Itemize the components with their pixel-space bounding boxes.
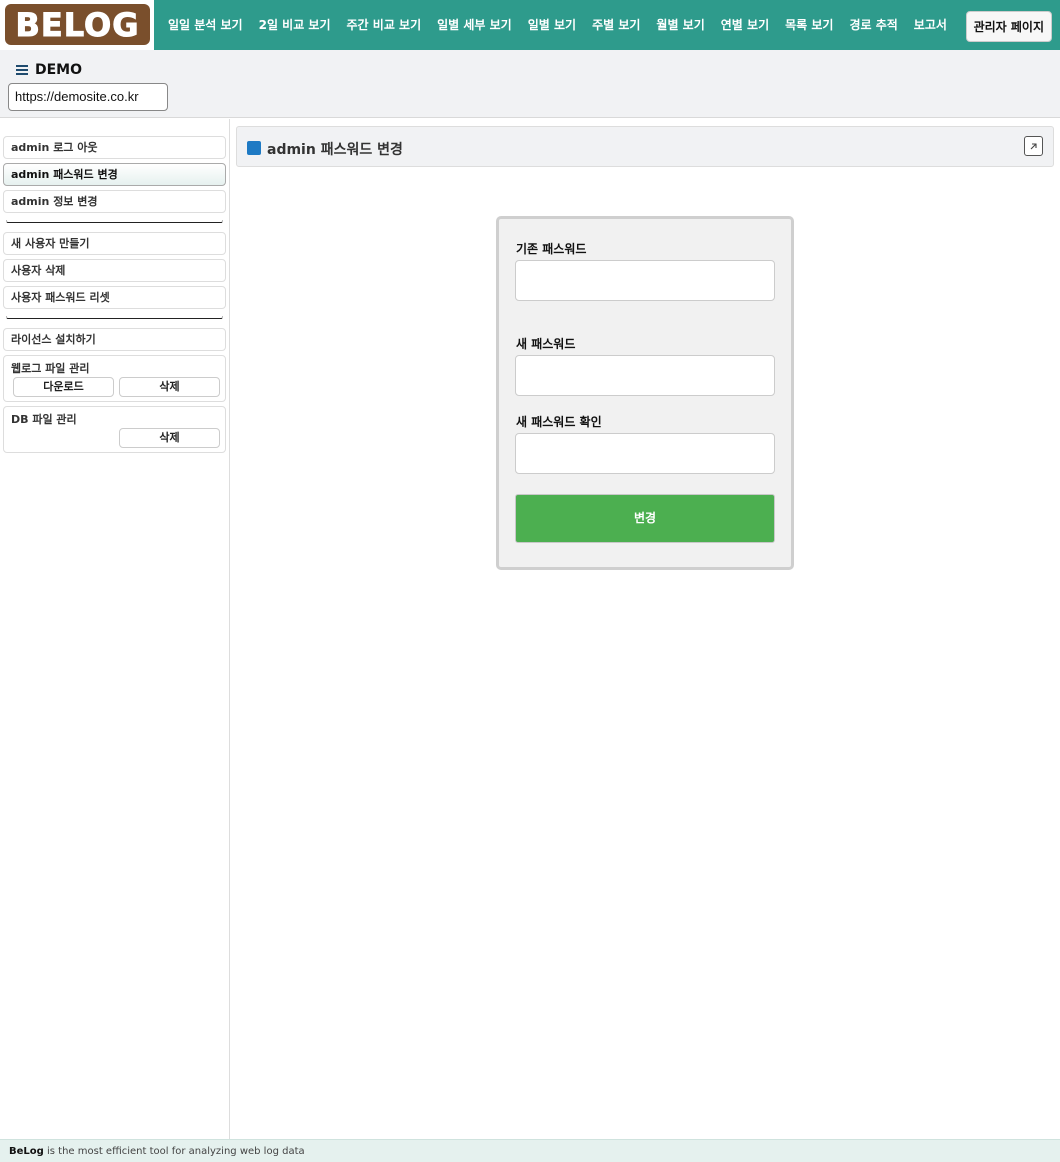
old-password-field[interactable] <box>515 260 775 301</box>
nav-list[interactable]: 목록 보기 <box>777 0 841 50</box>
nav-daily[interactable]: 일별 보기 <box>520 0 584 50</box>
logo-container: BELOG <box>0 0 154 50</box>
panel-square-icon <box>247 141 261 155</box>
admin-sidebar: admin 로그 아웃 admin 패스워드 변경 admin 정보 변경 새 … <box>0 119 230 1139</box>
main-nav: 일일 분석 보기 2일 비교 보기 주간 비교 보기 일별 세부 보기 일별 보… <box>160 0 955 50</box>
weblog-delete-button[interactable]: 삭제 <box>119 377 220 397</box>
weblog-group-title: 웹로그 파일 관리 <box>11 362 90 375</box>
site-url-select[interactable]: https://demosite.co.kr <box>8 83 168 111</box>
top-nav-bar: BELOG 일일 분석 보기 2일 비교 보기 주간 비교 보기 일별 세부 보… <box>0 0 1060 50</box>
db-group-title: DB 파일 관리 <box>11 413 77 426</box>
change-password-button[interactable]: 변경 <box>515 494 775 543</box>
password-change-form: 기존 패스워드 새 패스워드 새 패스워드 확인 변경 <box>496 216 794 570</box>
nav-daily-analysis[interactable]: 일일 분석 보기 <box>160 0 251 50</box>
sidebar-item-delete-user[interactable]: 사용자 삭제 <box>3 259 226 282</box>
panel-header: admin 패스워드 변경 <box>236 126 1054 167</box>
weblog-file-management-group: 웹로그 파일 관리 다운로드 삭제 <box>3 355 226 402</box>
old-password-label: 기존 패스워드 <box>516 242 587 256</box>
site-header: DEMO https://demosite.co.kr <box>0 50 1060 118</box>
weblog-download-button[interactable]: 다운로드 <box>13 377 114 397</box>
confirm-password-field[interactable] <box>515 433 775 474</box>
logo-text: BELOG <box>15 5 140 44</box>
site-title[interactable]: DEMO <box>16 62 82 78</box>
nav-path-tracking[interactable]: 경로 추적 <box>841 0 905 50</box>
external-link-icon <box>1030 142 1037 149</box>
sidebar-item-install-license[interactable]: 라이선스 설치하기 <box>3 328 226 351</box>
site-name: DEMO <box>35 62 83 78</box>
confirm-password-label: 새 패스워드 확인 <box>516 415 602 429</box>
new-password-label: 새 패스워드 <box>516 337 576 351</box>
sidebar-item-create-user[interactable]: 새 사용자 만들기 <box>3 232 226 255</box>
sidebar-item-admin-password-change[interactable]: admin 패스워드 변경 <box>3 163 226 186</box>
sidebar-item-admin-info-change[interactable]: admin 정보 변경 <box>3 190 226 213</box>
new-password-field[interactable] <box>515 355 775 396</box>
nav-monthly[interactable]: 월별 보기 <box>648 0 712 50</box>
sidebar-item-reset-user-password[interactable]: 사용자 패스워드 리셋 <box>3 286 226 309</box>
nav-two-day-compare[interactable]: 2일 비교 보기 <box>251 0 339 50</box>
db-delete-button[interactable]: 삭제 <box>119 428 220 448</box>
open-new-window-button[interactable] <box>1024 136 1043 156</box>
footer: BeLog is the most efficient tool for ana… <box>0 1139 1060 1162</box>
sidebar-divider <box>6 220 223 223</box>
nav-daily-detail[interactable]: 일별 세부 보기 <box>429 0 520 50</box>
admin-page-button[interactable]: 관리자 페이지 <box>965 11 1052 42</box>
footer-brand: BeLog <box>9 1146 44 1157</box>
nav-report[interactable]: 보고서 <box>906 0 955 50</box>
db-file-management-group: DB 파일 관리 삭제 <box>3 406 226 453</box>
page-title: admin 패스워드 변경 <box>267 142 403 158</box>
sidebar-item-admin-logout[interactable]: admin 로그 아웃 <box>3 136 226 159</box>
sidebar-divider <box>6 316 223 319</box>
nav-yearly[interactable]: 연별 보기 <box>713 0 777 50</box>
nav-weekly[interactable]: 주별 보기 <box>584 0 648 50</box>
nav-weekly-compare[interactable]: 주간 비교 보기 <box>339 0 430 50</box>
belog-logo[interactable]: BELOG <box>5 4 150 45</box>
hamburger-menu-icon[interactable] <box>16 65 28 75</box>
footer-tagline: is the most efficient tool for analyzing… <box>43 1146 305 1157</box>
